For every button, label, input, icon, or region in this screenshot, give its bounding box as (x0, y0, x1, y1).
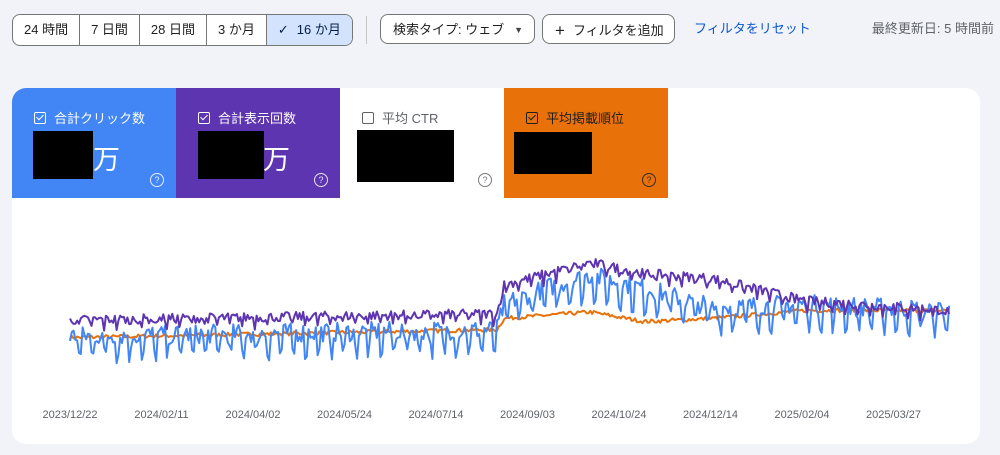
metric-impressions-unit: 万 (263, 145, 290, 175)
toolbar-divider (366, 16, 367, 44)
x-tick-label: 2024/05/24 (317, 409, 372, 421)
checkbox-checked-icon[interactable] (34, 111, 46, 124)
caret-down-icon: ▼ (514, 25, 523, 35)
range-16m-label: 16 か月 (296, 22, 341, 37)
metric-average-ctr[interactable]: 平均 CTR ? (340, 88, 504, 198)
add-filter-button[interactable]: + フィルタを追加 (542, 14, 675, 44)
help-icon[interactable]: ? (150, 173, 164, 187)
plus-icon: + (555, 21, 565, 40)
series-line (69, 258, 951, 332)
x-tick-label: 2023/12/22 (42, 409, 97, 421)
range-16m-button[interactable]: ✓ 16 か月 (266, 15, 352, 45)
performance-card: 合計クリック数 万 ? 合計表示回数 万 ? 平均 CTR ? 平均掲載順位 ?… (12, 88, 980, 444)
range-7d-button[interactable]: 7 日間 (80, 15, 140, 45)
checkbox-checked-icon[interactable] (198, 111, 210, 124)
x-tick-label: 2024/10/24 (591, 409, 646, 421)
range-3m-button[interactable]: 3 か月 (207, 15, 267, 45)
redacted-clicks-value (33, 131, 93, 179)
last-updated-text: 最終更新日: 5 時間前 (871, 21, 994, 36)
redacted-position-value (514, 132, 592, 174)
toolbar: 24 時間 7 日間 28 日間 3 か月 ✓ 16 か月 検索タイプ: ウェブ … (0, 14, 1000, 46)
metric-clicks-label: 合計クリック数 (54, 111, 146, 126)
x-tick-label: 2025/02/04 (774, 409, 829, 421)
help-icon[interactable]: ? (642, 173, 656, 187)
add-filter-label: フィルタを追加 (572, 23, 664, 38)
help-icon[interactable]: ? (478, 173, 492, 187)
redacted-impressions-value (198, 131, 264, 179)
metric-total-impressions[interactable]: 合計表示回数 万 ? (176, 88, 340, 198)
checkbox-unchecked-icon[interactable] (362, 111, 374, 124)
help-icon[interactable]: ? (314, 173, 328, 187)
check-icon: ✓ (277, 22, 289, 37)
checkbox-checked-icon[interactable] (526, 111, 538, 124)
metric-position-label: 平均掲載順位 (546, 111, 625, 126)
search-type-dropdown[interactable]: 検索タイプ: ウェブ ▼ (380, 14, 535, 44)
x-tick-label: 2024/09/03 (500, 409, 555, 421)
x-tick-label: 2024/02/11 (134, 409, 188, 421)
x-tick-label: 2025/03/27 (866, 409, 921, 421)
metric-average-position[interactable]: 平均掲載順位 ? (504, 88, 668, 198)
date-range-selector: 24 時間 7 日間 28 日間 3 か月 ✓ 16 か月 (12, 14, 353, 46)
range-24h-button[interactable]: 24 時間 (13, 15, 81, 45)
chart-x-axis: 2023/12/22 2024/02/11 2024/04/02 2024/05/24… (42, 409, 921, 421)
x-tick-label: 2024/12/14 (683, 409, 738, 421)
metric-impressions-label: 合計表示回数 (218, 111, 297, 126)
chart-lines (69, 258, 951, 365)
metric-ctr-label: 平均 CTR (382, 111, 439, 126)
performance-chart: 2023/12/22 2024/02/11 2024/04/02 2024/05/24… (42, 258, 951, 421)
metric-total-clicks[interactable]: 合計クリック数 万 ? (12, 88, 176, 198)
x-tick-label: 2024/07/14 (408, 409, 463, 421)
reset-filter-link[interactable]: フィルタをリセット (694, 14, 811, 44)
x-tick-label: 2024/04/02 (225, 409, 280, 421)
metric-clicks-unit: 万 (93, 145, 120, 175)
search-type-label: 検索タイプ: ウェブ (393, 22, 505, 37)
redacted-ctr-value (357, 130, 454, 182)
range-28d-button[interactable]: 28 日間 (140, 15, 207, 45)
